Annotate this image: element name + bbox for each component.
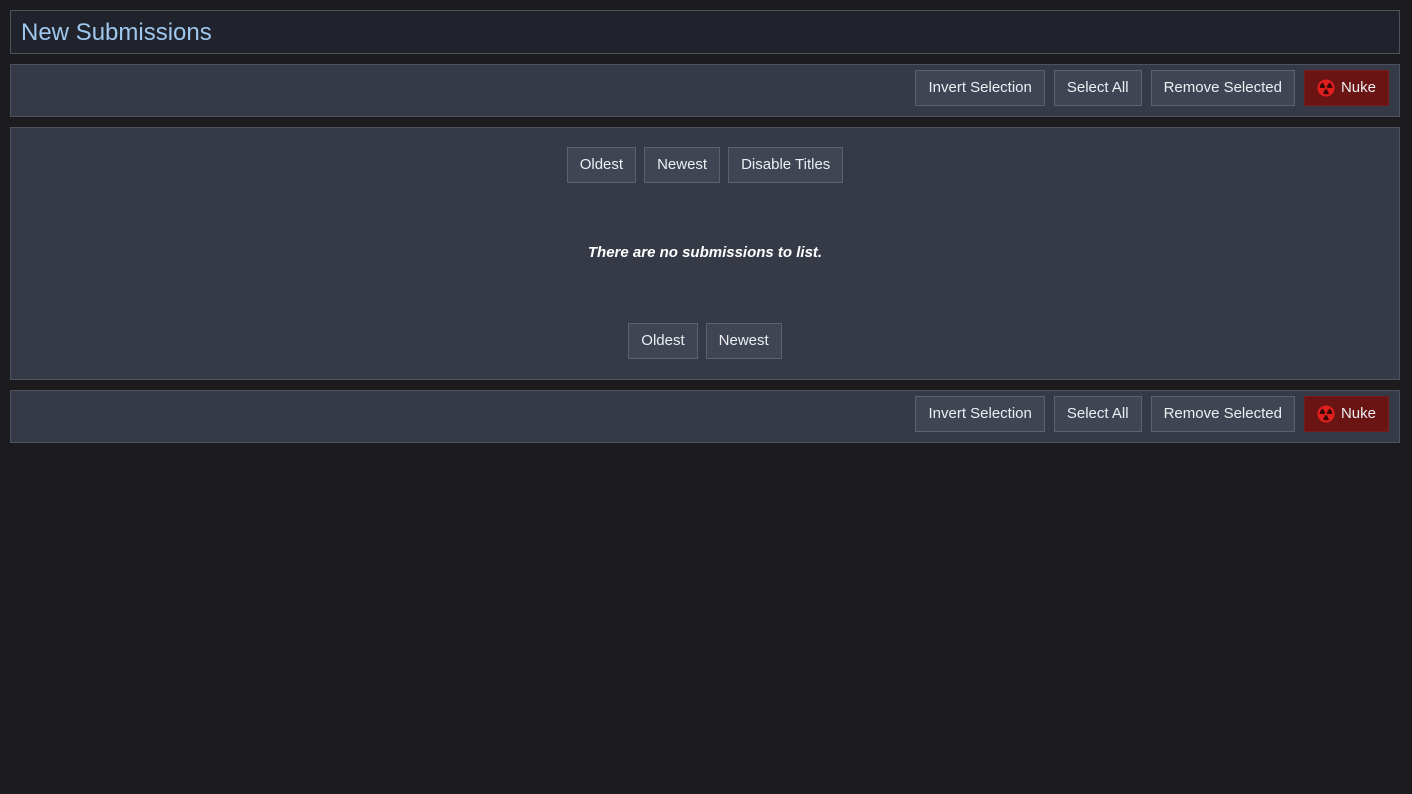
submissions-list: Oldest Newest Disable Titles There are n… (10, 127, 1400, 380)
bottom-toolbar: Invert Selection Select All Remove Selec… (10, 390, 1400, 443)
select-all-button[interactable]: Select All (1053, 396, 1142, 432)
sort-oldest-button[interactable]: Oldest (566, 147, 637, 183)
invert-selection-button[interactable]: Invert Selection (915, 396, 1045, 432)
nuke-button[interactable]: Nuke (1303, 70, 1389, 106)
remove-selected-button[interactable]: Remove Selected (1150, 396, 1295, 432)
sort-oldest-button[interactable]: Oldest (628, 323, 698, 359)
sort-controls-top: Oldest Newest Disable Titles (11, 147, 1399, 183)
page-title: New Submissions (21, 19, 212, 46)
select-all-button[interactable]: Select All (1053, 70, 1142, 106)
remove-selected-button[interactable]: Remove Selected (1150, 70, 1295, 106)
radiation-icon (1317, 405, 1335, 423)
nuke-label: Nuke (1340, 405, 1376, 422)
nuke-button[interactable]: Nuke (1303, 396, 1389, 432)
invert-selection-button[interactable]: Invert Selection (915, 70, 1045, 106)
top-toolbar-actions: Invert Selection Select All Remove Selec… (915, 70, 1389, 106)
title-bar: New Submissions (10, 10, 1400, 54)
top-toolbar: Invert Selection Select All Remove Selec… (10, 64, 1400, 117)
sort-controls-bottom: Oldest Newest (11, 323, 1399, 359)
bottom-toolbar-actions: Invert Selection Select All Remove Selec… (915, 396, 1389, 432)
sort-newest-button[interactable]: Newest (705, 323, 782, 359)
page: New Submissions Invert Selection Select … (0, 0, 1412, 794)
radiation-icon (1317, 79, 1335, 97)
disable-titles-button[interactable]: Disable Titles (728, 147, 844, 183)
sort-newest-button[interactable]: Newest (644, 147, 721, 183)
nuke-label: Nuke (1340, 79, 1376, 96)
empty-message: There are no submissions to list. (587, 244, 823, 261)
